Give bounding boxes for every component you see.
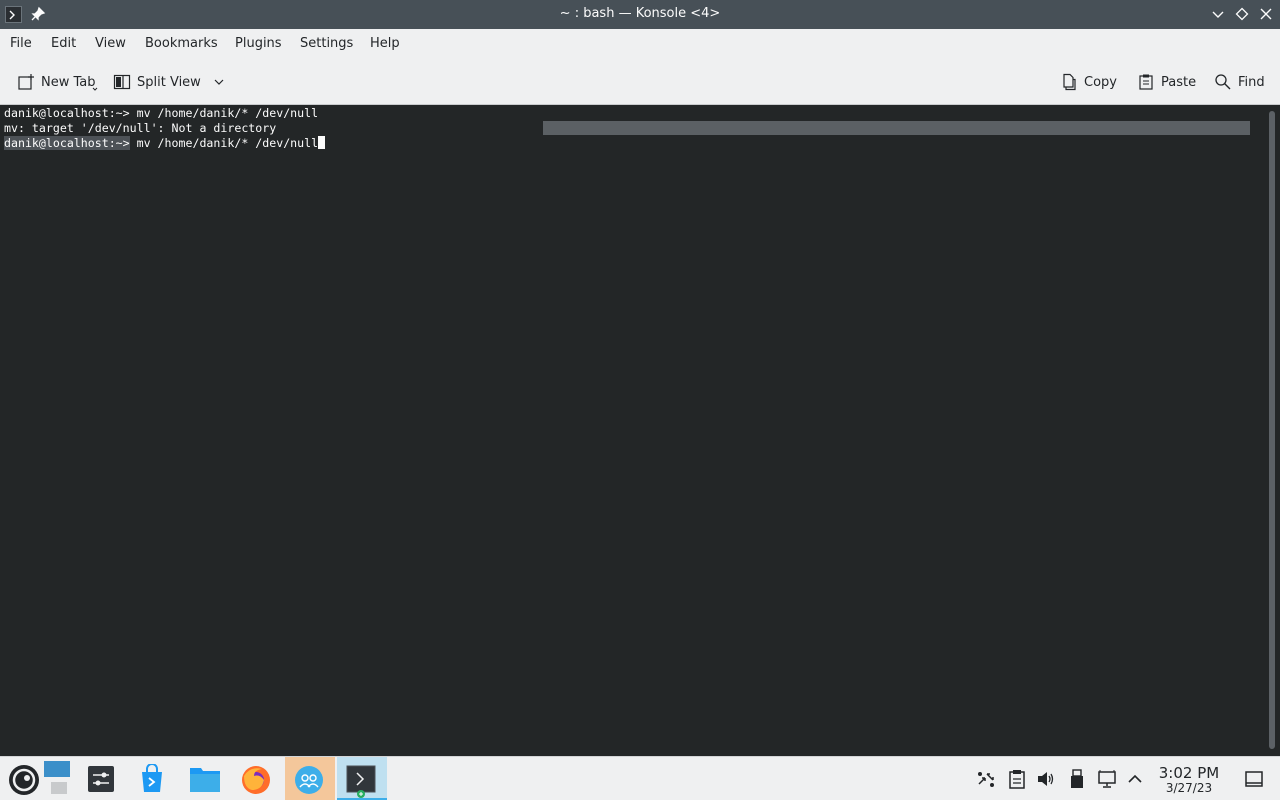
opensuse-launcher-icon bbox=[9, 765, 39, 795]
menu-view[interactable]: View bbox=[95, 36, 126, 51]
menu-file[interactable]: File bbox=[10, 36, 32, 51]
tray-expand-icon[interactable] bbox=[1125, 769, 1145, 789]
find-label: Find bbox=[1238, 74, 1265, 90]
file-manager-icon bbox=[190, 768, 220, 792]
copy-button[interactable]: Copy bbox=[1060, 71, 1117, 93]
discover-store-icon bbox=[142, 764, 162, 792]
terminal-line: mv: target '/dev/null': Not a directory bbox=[4, 121, 277, 135]
copy-label: Copy bbox=[1084, 74, 1117, 90]
close-icon[interactable] bbox=[1258, 6, 1274, 22]
task-discover[interactable] bbox=[129, 757, 179, 800]
split-view-icon bbox=[113, 74, 131, 90]
volume-icon[interactable] bbox=[1036, 769, 1056, 789]
menu-bar: File Edit View Bookmarks Plugins Setting… bbox=[0, 29, 1280, 59]
network-icon[interactable] bbox=[1097, 769, 1117, 789]
task-firefox[interactable] bbox=[232, 757, 282, 800]
minimize-icon[interactable] bbox=[1210, 6, 1226, 22]
terminal-cursor bbox=[318, 136, 326, 149]
menu-plugins[interactable]: Plugins bbox=[235, 36, 282, 51]
maximize-icon[interactable] bbox=[1234, 6, 1250, 22]
system-settings-icon bbox=[88, 766, 114, 792]
kde-connect-icon bbox=[295, 766, 323, 794]
terminal-scrollbar[interactable] bbox=[1265, 105, 1280, 756]
split-view-label: Split View bbox=[137, 74, 201, 90]
new-tab-button[interactable]: New Tab bbox=[17, 71, 96, 93]
task-konsole[interactable] bbox=[337, 757, 387, 800]
find-button[interactable]: Find bbox=[1214, 71, 1265, 93]
terminal-command-input[interactable]: mv /home/danik/* /dev/null bbox=[130, 136, 319, 150]
scrollbar-thumb[interactable] bbox=[1269, 111, 1275, 749]
task-kde-connect[interactable] bbox=[285, 757, 335, 800]
new-tab-label: New Tab bbox=[41, 74, 96, 90]
terminal-prompt-selected: danik@localhost:~> bbox=[4, 136, 130, 150]
menu-bookmarks[interactable]: Bookmarks bbox=[145, 36, 218, 51]
clock-date: 3/27/23 bbox=[1165, 781, 1213, 795]
terminal-line: danik@localhost:~> mv /home/danik/* /dev… bbox=[4, 106, 318, 121]
usb-icon[interactable] bbox=[1067, 769, 1087, 789]
paste-label: Paste bbox=[1161, 74, 1197, 90]
desktop-pager-icon bbox=[44, 761, 70, 794]
copy-icon bbox=[1063, 73, 1076, 91]
task-file-manager[interactable] bbox=[181, 757, 231, 800]
taskbar: 3:02 PM 3/27/23 bbox=[0, 756, 1280, 800]
new-tab-icon bbox=[18, 74, 34, 90]
search-icon bbox=[1215, 74, 1231, 90]
split-view-button[interactable]: Split View bbox=[113, 71, 227, 93]
terminal-prompt: danik@localhost:~> bbox=[4, 106, 130, 120]
toolbar: New Tab Split View Copy Paste Find bbox=[0, 59, 1280, 105]
terminal-view[interactable]: danik@localhost:~> mv /home/danik/* /dev… bbox=[0, 105, 1265, 756]
menu-help[interactable]: Help bbox=[370, 36, 400, 51]
menu-edit[interactable]: Edit bbox=[51, 36, 76, 51]
firefox-icon bbox=[242, 766, 270, 794]
show-desktop-icon[interactable] bbox=[1244, 769, 1264, 789]
terminal-line[interactable]: danik@localhost:~> mv /home/danik/* /dev… bbox=[4, 136, 326, 151]
task-system-settings[interactable] bbox=[78, 757, 128, 800]
digital-clock[interactable]: 3:02 PM 3/27/23 bbox=[1152, 765, 1226, 795]
menu-settings[interactable]: Settings bbox=[300, 36, 353, 51]
paste-icon bbox=[1139, 74, 1153, 90]
terminal-line-highlight bbox=[543, 121, 1250, 135]
chevron-down-icon[interactable] bbox=[211, 74, 227, 90]
desktop-pager[interactable] bbox=[40, 757, 74, 800]
window-title: ~ : bash — Konsole <4> bbox=[559, 6, 721, 21]
terminal-command: mv /home/danik/* /dev/null bbox=[129, 106, 319, 120]
new-tab-dropdown-icon[interactable] bbox=[92, 86, 98, 92]
clipboard-icon[interactable] bbox=[1007, 769, 1027, 789]
konsole-icon bbox=[346, 765, 376, 798]
paste-button[interactable]: Paste bbox=[1137, 71, 1196, 93]
window-titlebar[interactable]: ~ : bash — Konsole <4> bbox=[0, 0, 1280, 29]
clock-time: 3:02 PM bbox=[1158, 764, 1220, 782]
network-share-icon[interactable] bbox=[976, 769, 996, 789]
